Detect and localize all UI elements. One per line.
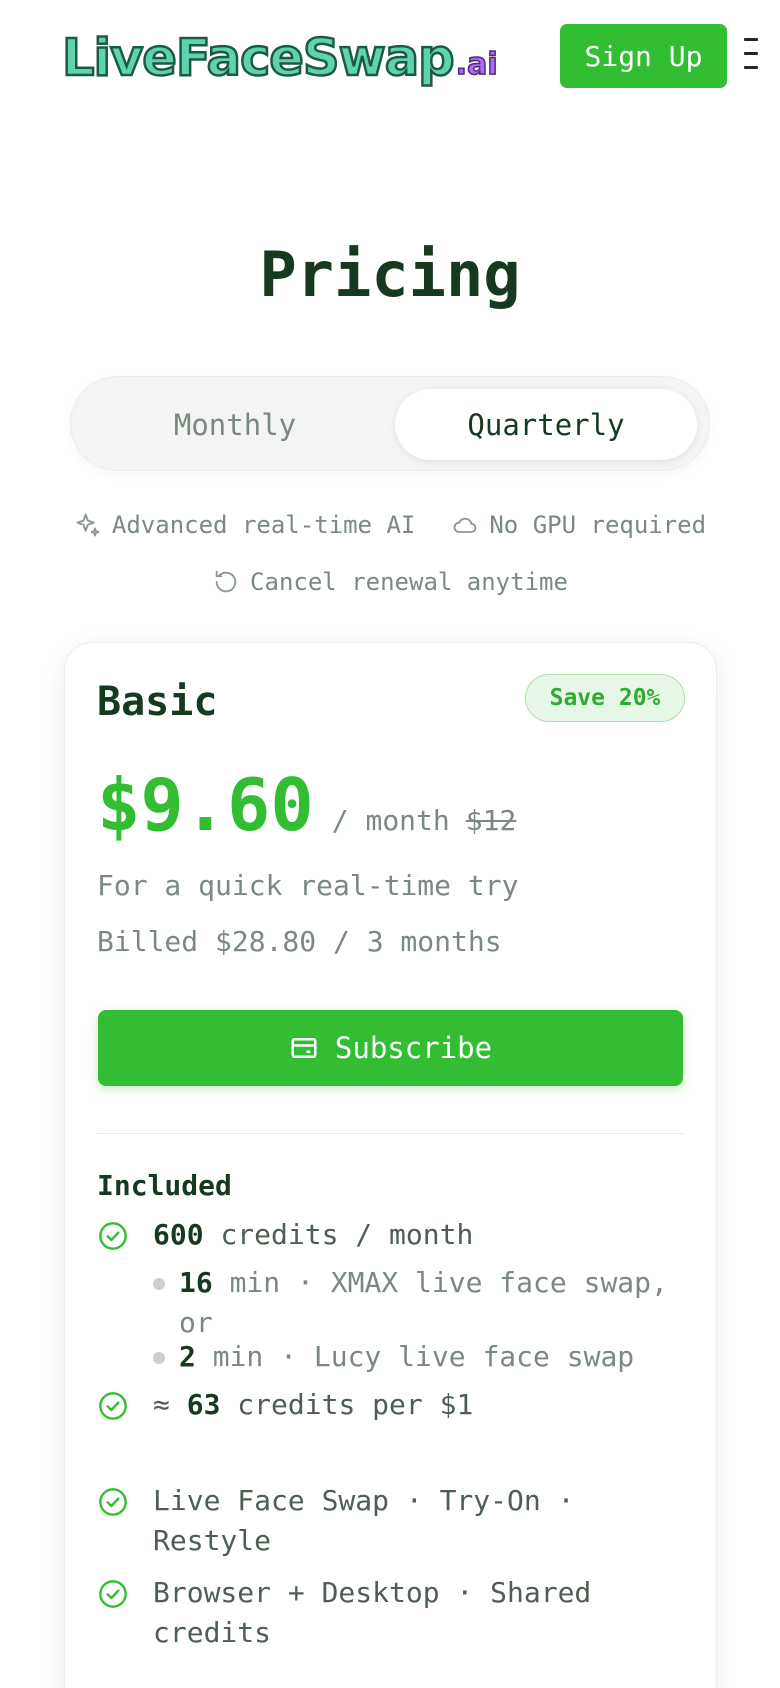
original-price: $12	[465, 804, 517, 837]
check-circle-icon	[99, 1488, 127, 1516]
feature-label: No GPU required	[489, 511, 707, 539]
sub-item-value: 2	[179, 1340, 196, 1373]
sub-item-value: 16	[179, 1266, 213, 1299]
subscribe-button[interactable]: Subscribe	[98, 1010, 683, 1086]
rate-value: 63	[186, 1388, 221, 1421]
logo-suffix: .ai	[455, 46, 498, 83]
plan-card-basic: Basic Save 20% $9.60 / month $12 For a q…	[64, 642, 717, 1688]
check-circle-icon	[99, 1222, 127, 1250]
feature-label: Cancel renewal anytime	[250, 568, 568, 596]
page-title: Pricing	[259, 238, 521, 311]
credits-value: 600	[153, 1218, 204, 1251]
included-item-rate: ≈ 63 credits per $1	[97, 1385, 473, 1425]
included-item-credits: 600 credits / month	[97, 1215, 473, 1255]
sign-up-button[interactable]: Sign Up	[560, 24, 727, 88]
header: LiveFaceSwap .ai Sign Up	[0, 0, 780, 110]
toggle-monthly[interactable]: Monthly	[85, 389, 385, 460]
rate-prefix: ≈	[153, 1388, 170, 1421]
credit-card-icon	[291, 1038, 317, 1058]
included-item-platforms: Browser + Desktop · Shared credits	[97, 1573, 657, 1653]
toggle-quarterly[interactable]: Quarterly	[395, 389, 697, 460]
included-heading: Included	[97, 1169, 232, 1202]
check-circle-icon	[99, 1580, 127, 1608]
sub-item-text: min · XMAX live face swap, or	[179, 1266, 668, 1339]
menu-icon[interactable]	[744, 38, 758, 72]
check-circle-icon	[99, 1392, 127, 1420]
plan-price: $9.60	[97, 763, 314, 847]
extra-text: Browser + Desktop · Shared credits	[153, 1576, 592, 1649]
cloud-icon	[453, 517, 477, 533]
feature-list: Advanced real-time AI No GPU required Ca…	[0, 505, 780, 602]
feature-cancel-anytime: Cancel renewal anytime	[212, 568, 568, 596]
sub-item-lucy: 2 min · Lucy live face swap	[153, 1337, 673, 1377]
price-period: / month	[331, 804, 450, 837]
billing-note: Billed $28.80 / 3 months	[97, 925, 502, 958]
divider	[97, 1133, 685, 1134]
rate-text: credits per $1	[237, 1388, 474, 1421]
refresh-icon	[215, 570, 237, 593]
extra-text: Live Face Swap · Try-On · Restyle	[153, 1484, 575, 1557]
plan-description: For a quick real-time try	[97, 869, 519, 902]
save-badge: Save 20%	[525, 674, 685, 722]
included-item-features: Live Face Swap · Try-On · Restyle	[97, 1481, 657, 1561]
bullet-dot	[153, 1352, 165, 1364]
feature-advanced-ai: Advanced real-time AI	[74, 511, 415, 539]
sparkles-icon	[76, 513, 100, 537]
plan-name: Basic	[97, 679, 218, 725]
feature-no-gpu: No GPU required	[451, 511, 706, 539]
sub-item-xmax: 16 min · XMAX live face swap, or	[153, 1263, 673, 1343]
subscribe-label: Subscribe	[334, 1031, 493, 1065]
logo[interactable]: LiveFaceSwap .ai	[61, 20, 499, 90]
credits-text: credits / month	[220, 1218, 474, 1251]
bullet-dot	[153, 1278, 165, 1290]
logo-text: LiveFaceSwap	[61, 28, 456, 90]
feature-label: Advanced real-time AI	[111, 511, 416, 539]
sub-item-text: min · Lucy live face swap	[212, 1340, 635, 1373]
billing-toggle: Monthly Quarterly	[70, 376, 710, 471]
price-row: $9.60 / month $12	[97, 763, 516, 853]
